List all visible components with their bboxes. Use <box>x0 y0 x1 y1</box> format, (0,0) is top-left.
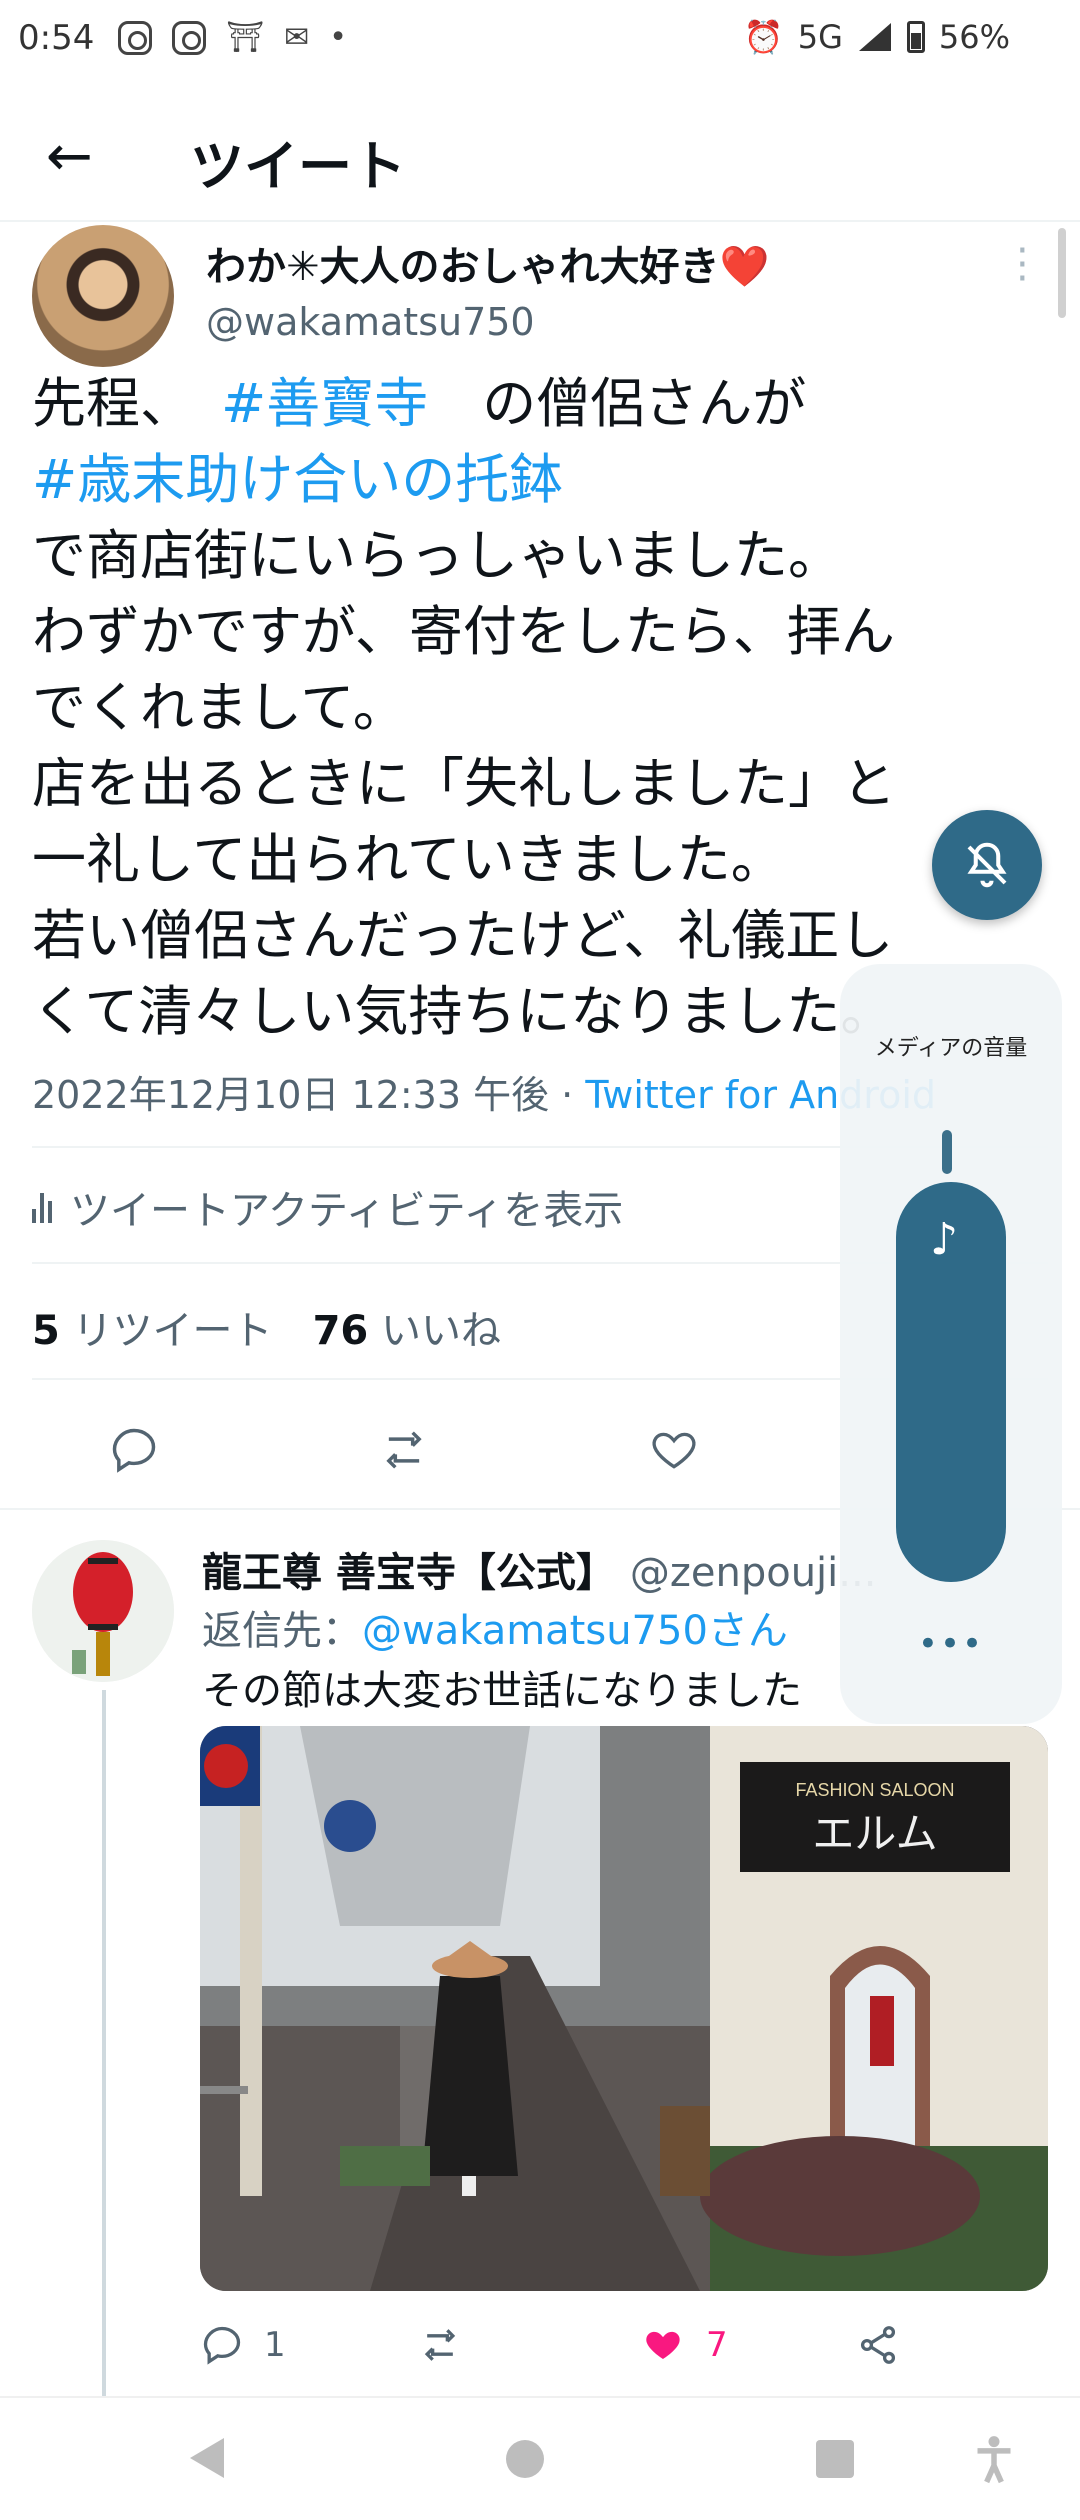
dot-icon: • <box>329 20 347 55</box>
mute-toggle-button[interactable] <box>932 810 1042 920</box>
share-icon <box>860 2326 896 2364</box>
retweet-icon <box>424 2329 456 2361</box>
media-volume-panel: メディアの音量 ♪ ••• <box>840 964 1062 1724</box>
engagement-counts: 5 リツイート 76 いいね <box>32 1298 501 1356</box>
reply-to-user-link[interactable]: @wakamatsu750さん <box>362 1608 788 1654</box>
tweet-text-line: でくれまして。 <box>32 676 407 739</box>
tweet-text-part: の僧侶さんが <box>482 372 807 435</box>
author-avatar[interactable] <box>32 225 174 367</box>
author-name-text: わか✳大人のおしゃれ大好き <box>206 244 720 290</box>
page-title: ツイート <box>190 135 406 198</box>
nav-back-icon[interactable] <box>190 2438 224 2478</box>
reply-icon <box>203 2326 241 2365</box>
hashtag-link[interactable]: #善寶寺 <box>221 372 428 435</box>
tweet-text: 先程、 #善寶寺 の僧侶さんが #歳末助け合いの托鉢 で商店街にいらっしゃいまし… <box>32 366 1032 1050</box>
nav-home-icon[interactable] <box>506 2440 544 2478</box>
tweet-text-line: 店を出るときに「失礼しました」と <box>32 752 896 815</box>
app-header: ← ツイート <box>0 92 1080 222</box>
reply-to: 返信先：@wakamatsu750さん <box>202 1598 788 1656</box>
notification-icons: ⛩ ✉ • <box>118 20 347 55</box>
tweet-text-line: 一礼して出られていきました。 <box>32 828 785 891</box>
battery-percent: 56% <box>938 18 1010 56</box>
retweet-count[interactable]: 5 <box>32 1308 60 1354</box>
reply-author[interactable]: 龍王尊 善宝寺【公式】 @zenpouji... <box>202 1540 876 1598</box>
reply-to-prefix: 返信先： <box>202 1608 362 1654</box>
reply-like-count: 7 <box>706 2325 728 2365</box>
battery-icon <box>906 21 925 53</box>
like-label[interactable]: いいね <box>381 1308 501 1354</box>
reply-retweet-button[interactable] <box>416 2310 464 2380</box>
retweet-icon[interactable] <box>364 1410 444 1490</box>
reply-share-button[interactable] <box>856 2310 900 2380</box>
network-type: 5G <box>797 18 843 56</box>
nav-recents-icon[interactable] <box>816 2440 854 2478</box>
reply-icon[interactable] <box>94 1410 174 1490</box>
more-options-icon[interactable]: · · · <box>1016 231 1029 299</box>
like-icon-filled <box>646 2331 680 2359</box>
shop-sign-main: エルム <box>812 1809 937 1858</box>
thread-line <box>102 1690 106 2400</box>
author-handle[interactable]: @wakamatsu750 <box>206 300 535 344</box>
reply-photo[interactable]: FASHION SALOON エルム <box>200 1726 1048 2291</box>
instagram-icon <box>172 20 206 55</box>
music-note-icon: ♪ <box>930 1214 959 1265</box>
shop-sign-top: FASHION SALOON <box>795 1780 954 1800</box>
signal-icon <box>858 23 891 51</box>
volume-more-button[interactable]: ••• <box>840 1624 1062 1664</box>
media-volume-label: メディアの音量 <box>874 1036 1028 1061</box>
author-name[interactable]: わか✳大人のおしゃれ大好き❤️ <box>206 234 769 292</box>
reply-count: 1 <box>264 2325 286 2365</box>
reply-author-name: 龍王尊 善宝寺【公式】 <box>202 1550 616 1596</box>
tweet-activity-link[interactable]: ツイートアクティビティを表示 <box>32 1178 623 1236</box>
bell-off-icon <box>967 842 1007 888</box>
tweet-meta: 2022年12月10日 12:33 午後 · Twitter for Andro… <box>32 1064 936 1119</box>
alarm-icon: ⏰ <box>743 18 784 56</box>
system-navigation-bar <box>0 2396 1080 2520</box>
mail-icon: ✉ <box>284 20 310 55</box>
tweet-text-line: わずかですが、寄付をしたら、拝ん <box>32 600 895 663</box>
status-bar: 0:54 ⛩ ✉ • ⏰ 5G 56% <box>0 0 1080 80</box>
back-arrow-icon[interactable]: ← <box>46 124 93 189</box>
reply-reply-button[interactable]: 1 <box>200 2310 286 2380</box>
reply-text: その節は大変お世話になりました <box>202 1668 802 1714</box>
reply-actions: 1 7 <box>200 2310 1048 2380</box>
tweet-text-line: で商店街にいらっしゃいました。 <box>32 524 842 587</box>
status-time: 0:54 <box>18 18 95 58</box>
analytics-icon <box>32 1191 52 1223</box>
activity-label: ツイートアクティビティを表示 <box>70 1188 624 1234</box>
scrollbar[interactable] <box>1058 228 1066 318</box>
temple-icon: ⛩ <box>226 20 265 55</box>
system-icons: ⏰ 5G 56% <box>744 18 1010 56</box>
like-icon[interactable] <box>634 1410 714 1490</box>
volume-track <box>942 1130 952 1174</box>
tweet-text-line: 若い僧侶さんだったけど、礼儀正し <box>32 904 894 967</box>
instagram-icon <box>118 20 152 55</box>
heart-emoji: ❤️ <box>719 244 770 290</box>
reply-avatar[interactable] <box>32 1540 174 1682</box>
like-count[interactable]: 76 <box>313 1308 369 1354</box>
tweet-text-part: 先程、 <box>32 372 167 435</box>
reply-like-button[interactable]: 7 <box>640 2310 728 2380</box>
accessibility-icon[interactable] <box>972 2434 1016 2490</box>
hashtag-link[interactable]: #歳末助け合いの托鉢 <box>32 442 1032 518</box>
timestamp: 2022年12月10日 12:33 午後 · <box>32 1073 586 1117</box>
retweet-label[interactable]: リツイート <box>73 1308 273 1354</box>
